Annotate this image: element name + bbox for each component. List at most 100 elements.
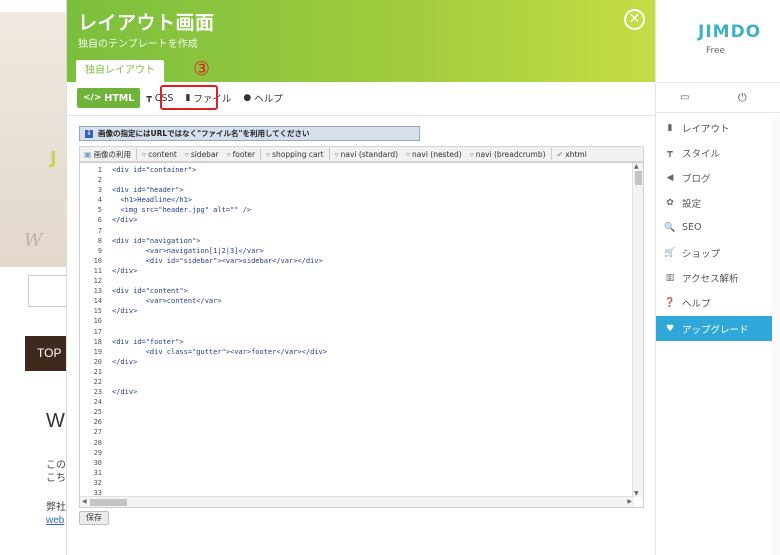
sidebar-item-label: 設定 (682, 198, 702, 210)
code-line[interactable]: 2 (80, 175, 620, 185)
code-line[interactable]: 4 <h1>Headline</h1> (80, 195, 620, 205)
code-line[interactable]: 3 <div id="header"> (80, 185, 620, 195)
scroll-down-icon[interactable]: ▼ (634, 490, 639, 497)
line-number: 21 (93, 367, 102, 376)
plan-label: Free (706, 46, 726, 56)
sidebar-item-5[interactable]: 🔍 SEO (656, 215, 772, 240)
insert-footer-button[interactable]: ▿ footer (223, 147, 259, 161)
line-number: 24 (93, 398, 102, 407)
save-button[interactable]: 保存 (79, 511, 109, 525)
scroll-up-icon[interactable]: ▲ (634, 163, 639, 170)
code-line[interactable]: 20 </div> (80, 357, 620, 367)
scroll-left-icon[interactable]: ◀ (82, 498, 87, 505)
power-icon[interactable]: ⏻ (738, 91, 747, 105)
code-line[interactable]: 22 (80, 377, 620, 387)
sidebar-item-label: ショップ (682, 248, 721, 260)
code-line[interactable]: 12 (80, 276, 620, 286)
code-line[interactable]: 25 (80, 407, 620, 417)
sidebar-item-8[interactable]: ❓ ヘルプ (656, 290, 772, 315)
code-line[interactable]: 6 </div> (80, 215, 620, 225)
code-line[interactable]: 21 (80, 367, 620, 377)
monitor-icon[interactable]: ▭ (680, 92, 689, 103)
html-code-editor[interactable]: 1 <div id="container"> 2 3 <div id="header">… (79, 162, 644, 508)
line-number: 31 (93, 468, 102, 477)
code-line[interactable]: 18 <div id="footer"> (80, 337, 620, 347)
code-line[interactable]: 10 <div id="sidebar"><var>sidebar</var><… (80, 256, 620, 266)
megaphone-icon: ◀ (666, 172, 674, 183)
separator (260, 148, 262, 160)
sidebar-top-controls: ▭ ⏻ (656, 82, 780, 113)
insert-icon: ▿ (184, 149, 189, 159)
code-line[interactable]: 13 <div id="content"> (80, 286, 620, 296)
xhtml-validate-button[interactable]: ✔ xhtml (553, 147, 591, 161)
code-line[interactable]: 11 </div> (80, 266, 620, 276)
background-text-line-1: この (46, 460, 66, 471)
code-line[interactable]: 5 <img src="header.jpg" alt="" /> (80, 205, 620, 215)
code-line[interactable]: 23 </div> (80, 387, 620, 397)
code-line[interactable]: 17 (80, 327, 620, 337)
paint-roller-icon: ┳ (146, 93, 152, 103)
code-line[interactable]: 15 </div> (80, 306, 620, 316)
divider (67, 115, 656, 116)
scroll-right-icon[interactable]: ▶ (627, 498, 632, 505)
code-line[interactable]: 28 (80, 438, 620, 448)
code-line[interactable]: 31 (80, 468, 620, 478)
tab-help[interactable]: ● ヘルプ (237, 88, 288, 108)
background-nav-top: TOP (25, 336, 66, 371)
insert-navi-breadcrumb-button[interactable]: ▿ navi (breadcrumb) (466, 147, 550, 161)
sidebar-item-9[interactable]: ♥ アップグレード (656, 316, 772, 341)
code-line[interactable]: 9 <var>navigation[1|2|3]</var> (80, 246, 620, 256)
tab-html[interactable]: </> HTML (77, 88, 141, 108)
code-text: </div> (112, 357, 138, 366)
code-line[interactable]: 24 (80, 397, 620, 407)
close-icon[interactable]: ✕ (624, 9, 645, 30)
sidebar-scrollbar[interactable] (772, 118, 780, 555)
code-line[interactable]: 19 <div class="gutter"><var>footer</var>… (80, 347, 620, 357)
line-number: 13 (93, 287, 102, 296)
code-line[interactable]: 14 <var>content</var> (80, 296, 620, 306)
sidebar-item-4[interactable]: ✿ 設定 (656, 190, 772, 215)
line-number: 23 (93, 388, 102, 397)
image-use-button[interactable]: ▣ 画像の利用 (80, 147, 135, 161)
vertical-scrollbar[interactable]: ▲ ▼ (632, 163, 643, 497)
insert-shopping-cart-button[interactable]: ▿ shopping cart (262, 147, 328, 161)
code-line[interactable]: 32 (80, 478, 620, 488)
line-number: 27 (93, 428, 102, 437)
line-number: 30 (93, 458, 102, 467)
insert-navi-standard-button[interactable]: ▿ navi (standard) (331, 147, 402, 161)
code-line[interactable]: 1 <div id="container"> (80, 165, 620, 175)
code-line[interactable]: 29 (80, 448, 620, 458)
insert-content-button[interactable]: ▿ content (138, 147, 181, 161)
sidebar-item-7[interactable]: ▥ アクセス解析 (656, 265, 772, 290)
insert-navi-nested-button[interactable]: ▿ navi (nested) (402, 147, 466, 161)
code-line[interactable]: 8 <div id="navigation"> (80, 236, 620, 246)
vertical-scroll-thumb[interactable] (635, 171, 642, 185)
sidebar-item-3[interactable]: ◀ ブログ (656, 165, 772, 190)
code-line[interactable]: 27 (80, 427, 620, 437)
code-line[interactable]: 16 (80, 316, 620, 326)
code-text: <div id="navigation"> (112, 236, 201, 245)
info-text: 画像の指定にはURLではなく"ファイル名"を利用してください (98, 129, 310, 138)
background-company-text: 弊社 (46, 502, 66, 513)
tab-custom-layout[interactable]: 独自レイアウト (76, 60, 164, 82)
sidebar-item-label: ブログ (682, 173, 711, 185)
code-line[interactable]: 26 (80, 417, 620, 427)
question-icon: ❓ (664, 297, 676, 308)
sidebar-item-1[interactable]: ▮ レイアウト (656, 115, 772, 140)
sidebar-item-2[interactable]: ┳ スタイル (656, 140, 772, 165)
code-lines[interactable]: 1 <div id="container"> 2 3 <div id="header">… (80, 165, 620, 498)
code-line[interactable]: 30 (80, 458, 620, 468)
insert-sidebar-button[interactable]: ▿ sidebar (181, 147, 223, 161)
info-notice: i 画像の指定にはURLではなく"ファイル名"を利用してください (79, 126, 420, 141)
horizontal-scroll-thumb[interactable] (90, 499, 127, 506)
insert-shopping-cart-label: shopping cart (272, 149, 324, 159)
jimdo-logo: JIMDO (698, 22, 762, 42)
code-line[interactable]: 7 (80, 226, 620, 236)
sidebar-item-6[interactable]: 🛒 ショップ (656, 240, 772, 265)
horizontal-scrollbar[interactable]: ◀ ▶ (80, 496, 634, 507)
